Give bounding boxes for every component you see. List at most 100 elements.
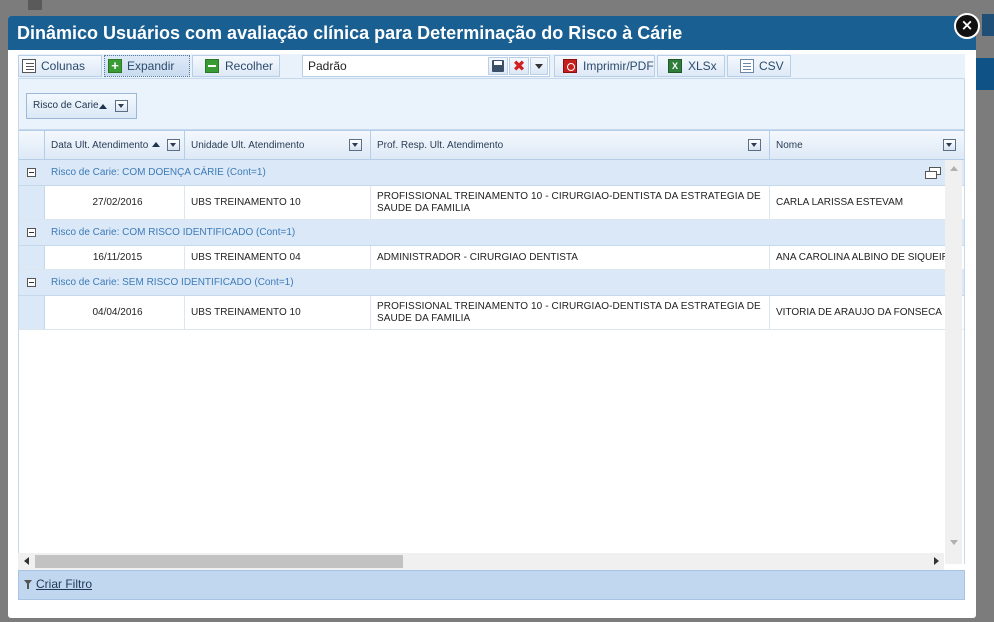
grid-toolbar: Colunas + Expandir Recolher ✖ Imprimir/P… (18, 54, 965, 79)
cell-profissional: ADMINISTRADOR - CIRURGIAO DENTISTA (371, 246, 770, 269)
collapse-button[interactable]: Recolher (192, 55, 280, 77)
columns-button[interactable]: Colunas (18, 55, 102, 77)
group-row-label: Risco de Carie: COM RISCO IDENTIFICADO (… (51, 227, 296, 238)
xlsx-button[interactable]: X XLSx (657, 55, 725, 77)
cell-unidade: UBS TREINAMENTO 04 (185, 246, 371, 269)
cell-nome: CARLA LARISSA ESTEVAM (770, 186, 964, 219)
horizontal-scrollbar[interactable] (18, 553, 944, 570)
column-filter-button[interactable] (943, 139, 956, 151)
group-filter-button[interactable] (115, 100, 128, 112)
pdf-icon (563, 59, 577, 73)
columns-button-label: Colunas (41, 59, 86, 73)
delete-layout-button[interactable]: ✖ (509, 57, 529, 75)
column-header-unidade[interactable]: Unidade Ult. Atendimento (185, 131, 371, 159)
column-filter-button[interactable] (349, 139, 362, 151)
cell-nome: ANA CAROLINA ALBINO DE SIQUEIRA (770, 246, 964, 269)
data-grid: Data Ult. Atendimento Unidade Ult. Atend… (18, 130, 965, 564)
group-chip-risco-de-carie[interactable]: Risco de Carie (26, 93, 137, 119)
column-header-data[interactable]: Data Ult. Atendimento (45, 131, 185, 159)
group-chip-label: Risco de Carie (33, 100, 99, 111)
expand-button-label: Expandir (127, 59, 175, 73)
cell-data: 16/11/2015 (45, 246, 185, 269)
cell-text: UBS TREINAMENTO 04 (191, 252, 301, 263)
cell-text: 27/02/2016 (92, 197, 143, 208)
group-row-label: Risco de Carie: SEM RISCO IDENTIFICADO (… (51, 277, 294, 288)
column-header-label: Unidade Ult. Atendimento (191, 140, 305, 151)
layout-dropdown-button[interactable] (530, 57, 548, 75)
collapse-group-toggle[interactable] (27, 278, 36, 287)
column-header-nome[interactable]: Nome (770, 131, 964, 159)
row-indent (19, 296, 45, 329)
group-row[interactable]: Risco de Carie: COM RISCO IDENTIFICADO (… (19, 220, 964, 246)
cell-data: 04/04/2016 (45, 296, 185, 329)
cell-text: PROFISSIONAL TREINAMENTO 10 - CIRURGIAO-… (377, 300, 761, 324)
table-row[interactable]: 04/04/2016 UBS TREINAMENTO 10 PROFISSION… (19, 296, 964, 330)
layout-name-input[interactable] (308, 58, 478, 74)
minus-icon (205, 59, 219, 73)
column-filter-button[interactable] (748, 139, 761, 151)
cell-text: CARLA LARISSA ESTEVAM (776, 197, 904, 208)
sort-ascending-icon (99, 104, 107, 109)
csv-button-label: CSV (759, 59, 784, 73)
cell-profissional: PROFISSIONAL TREINAMENTO 10 - CIRURGIAO-… (371, 296, 770, 329)
filter-icon (24, 580, 32, 590)
background-icon (28, 0, 42, 10)
columns-icon (22, 59, 36, 73)
cell-text: UBS TREINAMENTO 10 (191, 307, 301, 318)
group-row[interactable]: Risco de Carie: SEM RISCO IDENTIFICADO (… (19, 270, 964, 296)
cell-text: UBS TREINAMENTO 10 (191, 197, 301, 208)
vertical-scrollbar[interactable] (945, 160, 962, 564)
collapse-group-toggle[interactable] (27, 228, 36, 237)
csv-icon (740, 59, 754, 73)
table-row[interactable]: 16/11/2015 UBS TREINAMENTO 04 ADMINISTRA… (19, 246, 964, 270)
csv-button[interactable]: CSV (727, 55, 791, 77)
column-header-label: Prof. Resp. Ult. Atendimento (377, 140, 504, 151)
chevron-down-icon (535, 64, 543, 69)
save-layout-button[interactable] (488, 57, 508, 75)
print-pdf-button[interactable]: Imprimir/PDF (554, 55, 655, 77)
cell-text: ANA CAROLINA ALBINO DE SIQUEIRA (776, 252, 956, 263)
cell-data: 27/02/2016 (45, 186, 185, 219)
close-button[interactable]: × (954, 13, 980, 39)
cell-text: 16/11/2015 (92, 252, 143, 263)
scroll-left-icon[interactable] (24, 557, 29, 565)
plus-icon: + (108, 59, 122, 73)
scroll-right-icon[interactable] (934, 557, 939, 565)
cell-text: ADMINISTRADOR - CIRURGIAO DENTISTA (377, 252, 578, 263)
group-by-panel: Risco de Carie (18, 78, 965, 130)
row-indent (19, 186, 45, 219)
save-icon (492, 60, 504, 72)
cell-text: 04/04/2016 (92, 307, 143, 318)
delete-icon: ✖ (512, 57, 526, 75)
cell-text: VITORIA DE ARAUJO DA FONSECA (776, 307, 942, 318)
table-row[interactable]: 27/02/2016 UBS TREINAMENTO 10 PROFISSION… (19, 186, 964, 220)
report-dialog: Dinâmico Usuários com avaliação clínica … (8, 16, 976, 618)
header-indent-cell (19, 131, 45, 159)
scroll-up-icon[interactable] (950, 166, 958, 171)
background-panel-edge (982, 14, 994, 36)
grid-footer: Criar Filtro (18, 570, 965, 600)
cell-profissional: PROFISSIONAL TREINAMENTO 10 - CIRURGIAO-… (371, 186, 770, 219)
sort-ascending-icon (152, 142, 160, 147)
cell-nome: VITORIA DE ARAUJO DA FONSECA (770, 296, 964, 329)
column-filter-button[interactable] (167, 139, 180, 151)
cell-unidade: UBS TREINAMENTO 10 (185, 186, 371, 219)
excel-icon: X (668, 59, 682, 73)
horizontal-scroll-thumb[interactable] (35, 555, 403, 568)
create-filter-link[interactable]: Criar Filtro (36, 571, 92, 598)
print-pdf-button-label: Imprimir/PDF (583, 59, 654, 73)
column-header-label: Data Ult. Atendimento (51, 140, 149, 151)
column-header-label: Nome (776, 140, 803, 151)
dialog-title: Dinâmico Usuários com avaliação clínica … (8, 16, 976, 50)
row-indent (19, 246, 45, 269)
xlsx-button-label: XLSx (688, 59, 717, 73)
cell-text: PROFISSIONAL TREINAMENTO 10 - CIRURGIAO-… (377, 190, 761, 214)
grid-header: Data Ult. Atendimento Unidade Ult. Atend… (19, 130, 964, 160)
scroll-down-icon[interactable] (950, 540, 958, 545)
cell-unidade: UBS TREINAMENTO 10 (185, 296, 371, 329)
group-row[interactable]: Risco de Carie: COM DOENÇA CÁRIE (Cont=1… (19, 160, 964, 186)
expand-button[interactable]: + Expandir (104, 55, 190, 77)
collapse-group-toggle[interactable] (27, 168, 36, 177)
restore-windows-icon[interactable] (925, 167, 941, 179)
column-header-profissional[interactable]: Prof. Resp. Ult. Atendimento (371, 131, 770, 159)
